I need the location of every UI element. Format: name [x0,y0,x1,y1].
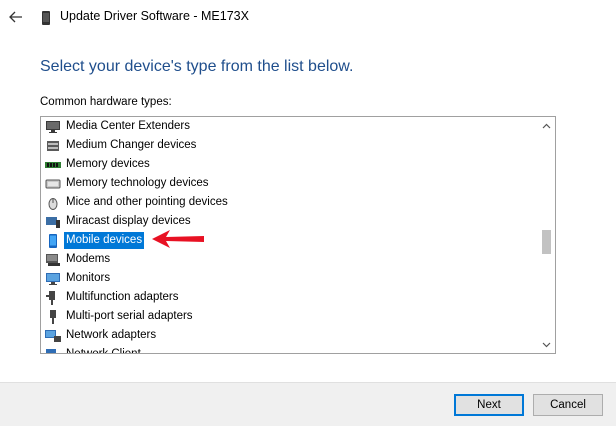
vertical-scrollbar[interactable] [538,117,555,353]
list-item-label: Mobile devices [64,232,145,249]
list-item[interactable]: Mobile devices [41,231,537,250]
list-item-label: Mice and other pointing devices [66,196,228,208]
red-arrow-annotation [152,230,204,248]
serial-adapter-icon [45,309,61,324]
back-arrow-icon [9,11,22,23]
chevron-up-icon [542,123,551,128]
list-item-label: Monitors [66,272,111,284]
memory-icon [45,158,61,172]
chevron-down-icon [542,342,551,347]
next-button[interactable]: Next [454,394,524,416]
list-item-label: Memory devices [66,158,150,170]
title-bar: Update Driver Software - ME173X [0,0,616,36]
list-item-label: Medium Changer devices [66,139,197,151]
multifunction-adapter-icon [45,290,61,305]
list-item-label: Multi-port serial adapters [66,310,193,322]
list-item[interactable]: Mice and other pointing devices [41,193,537,212]
list-item-label: Media Center Extenders [66,120,191,132]
list-item[interactable]: Media Center Extenders [41,117,537,136]
media-center-icon [45,120,61,134]
list-item[interactable]: Multi-port serial adapters [41,307,537,326]
update-driver-window: Update Driver Software - ME173X Select y… [0,0,616,426]
list-item-label: Multifunction adapters [66,291,179,303]
list-item[interactable]: Memory technology devices [41,174,537,193]
list-item[interactable]: Modems [41,250,537,269]
hardware-types-list[interactable]: Media Center Extenders Medium Changer dev… [40,116,556,354]
list-item[interactable]: Medium Changer devices [41,136,537,155]
list-label: Common hardware types: [40,96,172,108]
list-item-label: Modems [66,253,111,265]
list-item-label: Network adapters [66,329,157,341]
cancel-button[interactable]: Cancel [533,394,603,416]
scroll-thumb[interactable] [542,230,551,254]
miracast-icon [45,215,61,229]
mouse-icon [45,196,61,210]
scroll-up-button[interactable] [538,117,555,134]
list-item-label: Memory technology devices [66,177,209,189]
list-item[interactable]: Miracast display devices [41,212,537,231]
page-heading: Select your device's type from the list … [40,58,354,75]
list-item[interactable]: Network Client [41,345,537,353]
list-item[interactable]: Monitors [41,269,537,288]
list-item[interactable]: Memory devices [41,155,537,174]
dialog-footer: Next Cancel [0,382,616,426]
device-manager-icon [42,11,50,25]
medium-changer-icon [45,139,61,153]
list-item[interactable]: Network adapters [41,326,537,345]
list-items: Media Center Extenders Medium Changer dev… [41,117,537,353]
monitor-icon [45,272,61,286]
scroll-track[interactable] [542,134,551,336]
list-item[interactable]: Multifunction adapters [41,288,537,307]
memory-technology-icon [45,177,61,191]
modem-icon [45,253,61,267]
network-adapter-icon [45,329,61,343]
scroll-down-button[interactable] [538,336,555,353]
window-title: Update Driver Software - ME173X [60,9,249,23]
back-button[interactable] [6,8,26,26]
list-item-label: Network Client [64,346,143,353]
network-client-icon [45,348,61,353]
mobile-device-icon [45,233,61,248]
